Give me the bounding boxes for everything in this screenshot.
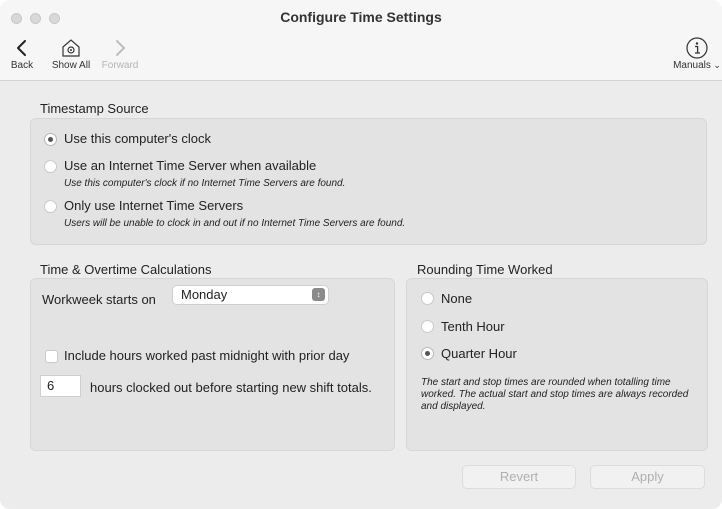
radio-rounding-none[interactable] <box>421 292 434 305</box>
workweek-label: Workweek starts on <box>42 292 156 307</box>
chevron-left-icon <box>17 40 26 56</box>
rounding-tenth-hour-label: Tenth Hour <box>441 319 505 334</box>
timestamp-source-heading: Timestamp Source <box>40 101 149 116</box>
option-internet-when-available-label: Use an Internet Time Server when availab… <box>64 158 317 173</box>
up-down-stepper-icon: ↕ <box>312 288 325 301</box>
info-icon <box>686 37 708 59</box>
revert-button[interactable]: Revert <box>462 465 576 489</box>
configure-time-settings-window: Configure Time Settings Back Show All Fo… <box>0 0 722 509</box>
midnight-label: Include hours worked past midnight with … <box>64 348 350 363</box>
gear-house-icon <box>62 39 80 57</box>
hours-field[interactable]: 6 <box>40 375 81 397</box>
show-all-label: Show All <box>51 60 91 71</box>
manuals-label: Manuals <box>673 60 711 71</box>
chevron-right-icon <box>116 40 125 56</box>
rounding-quarter-hour-label: Quarter Hour <box>441 346 517 361</box>
option-internet-when-available-note: Use this computer's clock if no Internet… <box>64 178 346 189</box>
radio-only-internet[interactable] <box>44 200 57 213</box>
rounding-note: The start and stop times are rounded whe… <box>421 377 689 412</box>
rounding-none-label: None <box>441 291 473 306</box>
show-all-button[interactable]: Show All <box>49 36 93 71</box>
option-only-internet-label: Only use Internet Time Servers <box>64 198 244 213</box>
chevron-down-icon: ⌄ <box>710 60 721 70</box>
manuals-button[interactable]: Manuals ⌄ <box>672 36 722 71</box>
overtime-heading: Time & Overtime Calculations <box>40 262 212 277</box>
timestamp-source-group: Use this computer's clock Use an Interne… <box>30 118 707 245</box>
forward-button[interactable]: Forward <box>98 36 142 71</box>
rounding-group: None Tenth Hour Quarter Hour The start a… <box>406 278 708 451</box>
option-only-internet-note: Users will be unable to clock in and out… <box>64 218 406 229</box>
radio-rounding-tenth-hour[interactable] <box>421 320 434 333</box>
overtime-group: Workweek starts on Monday ↕ Include hour… <box>30 278 395 451</box>
option-computer-clock-label: Use this computer's clock <box>64 131 211 146</box>
radio-internet-when-available[interactable] <box>44 160 57 173</box>
radio-computer-clock[interactable] <box>44 133 57 146</box>
forward-label: Forward <box>101 60 139 71</box>
workweek-value: Monday <box>181 287 228 302</box>
midnight-checkbox[interactable] <box>45 350 58 363</box>
window-title: Configure Time Settings <box>280 9 442 25</box>
workweek-select[interactable]: Monday ↕ <box>172 285 329 305</box>
hours-label: hours clocked out before starting new sh… <box>90 380 372 395</box>
apply-button[interactable]: Apply <box>590 465 705 489</box>
back-label: Back <box>10 60 34 71</box>
titlebar: Configure Time Settings Back Show All Fo… <box>0 0 722 81</box>
radio-rounding-quarter-hour[interactable] <box>421 347 434 360</box>
back-button[interactable]: Back <box>2 36 42 71</box>
rounding-heading: Rounding Time Worked <box>417 262 553 277</box>
